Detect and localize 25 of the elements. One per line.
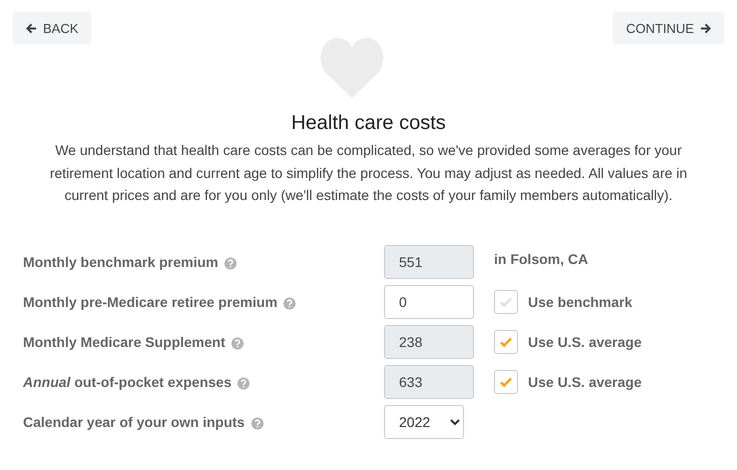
field-label: Calendar year of your own inputs (23, 414, 245, 430)
field-label: Monthly pre-Medicare retiree premium (23, 294, 278, 310)
help-icon[interactable] (283, 296, 296, 310)
field-label: Monthly Medicare Supplement (23, 334, 226, 350)
arrow-left-icon (26, 22, 37, 34)
arrow-right-icon (700, 22, 711, 34)
number-field[interactable]: 0 (384, 284, 474, 318)
page-title: Health care costs (290, 112, 447, 135)
intro-text: We understand that health care costs can be complicated, so we've provided some averages for your retirement location and current age to simplify the process. You may adjust as needed. All values are in current prices and are for you only (we'll estimate the costs of your family members automatically). (48, 141, 688, 205)
field-label: Monthly benchmark premium (23, 254, 218, 270)
checkbox-label: Use U.S. average (528, 374, 642, 390)
checkbox-label: Use benchmark (528, 294, 632, 310)
help-icon[interactable] (237, 376, 250, 390)
checkbox[interactable] (494, 370, 518, 394)
year-select[interactable]: 2022 (384, 404, 464, 438)
continue-button[interactable]: CONTINUE (613, 12, 724, 44)
checkbox-label: Use U.S. average (528, 334, 642, 350)
help-icon[interactable] (231, 336, 244, 350)
checkbox[interactable] (494, 330, 518, 354)
location-text: in Folsom, CA (494, 250, 588, 266)
checkbox[interactable] (494, 290, 518, 314)
help-icon[interactable] (250, 416, 264, 430)
back-button[interactable]: BACK (13, 12, 92, 44)
field-label: Annual out-of-pocket expenses (23, 374, 232, 390)
help-icon[interactable] (224, 256, 238, 270)
